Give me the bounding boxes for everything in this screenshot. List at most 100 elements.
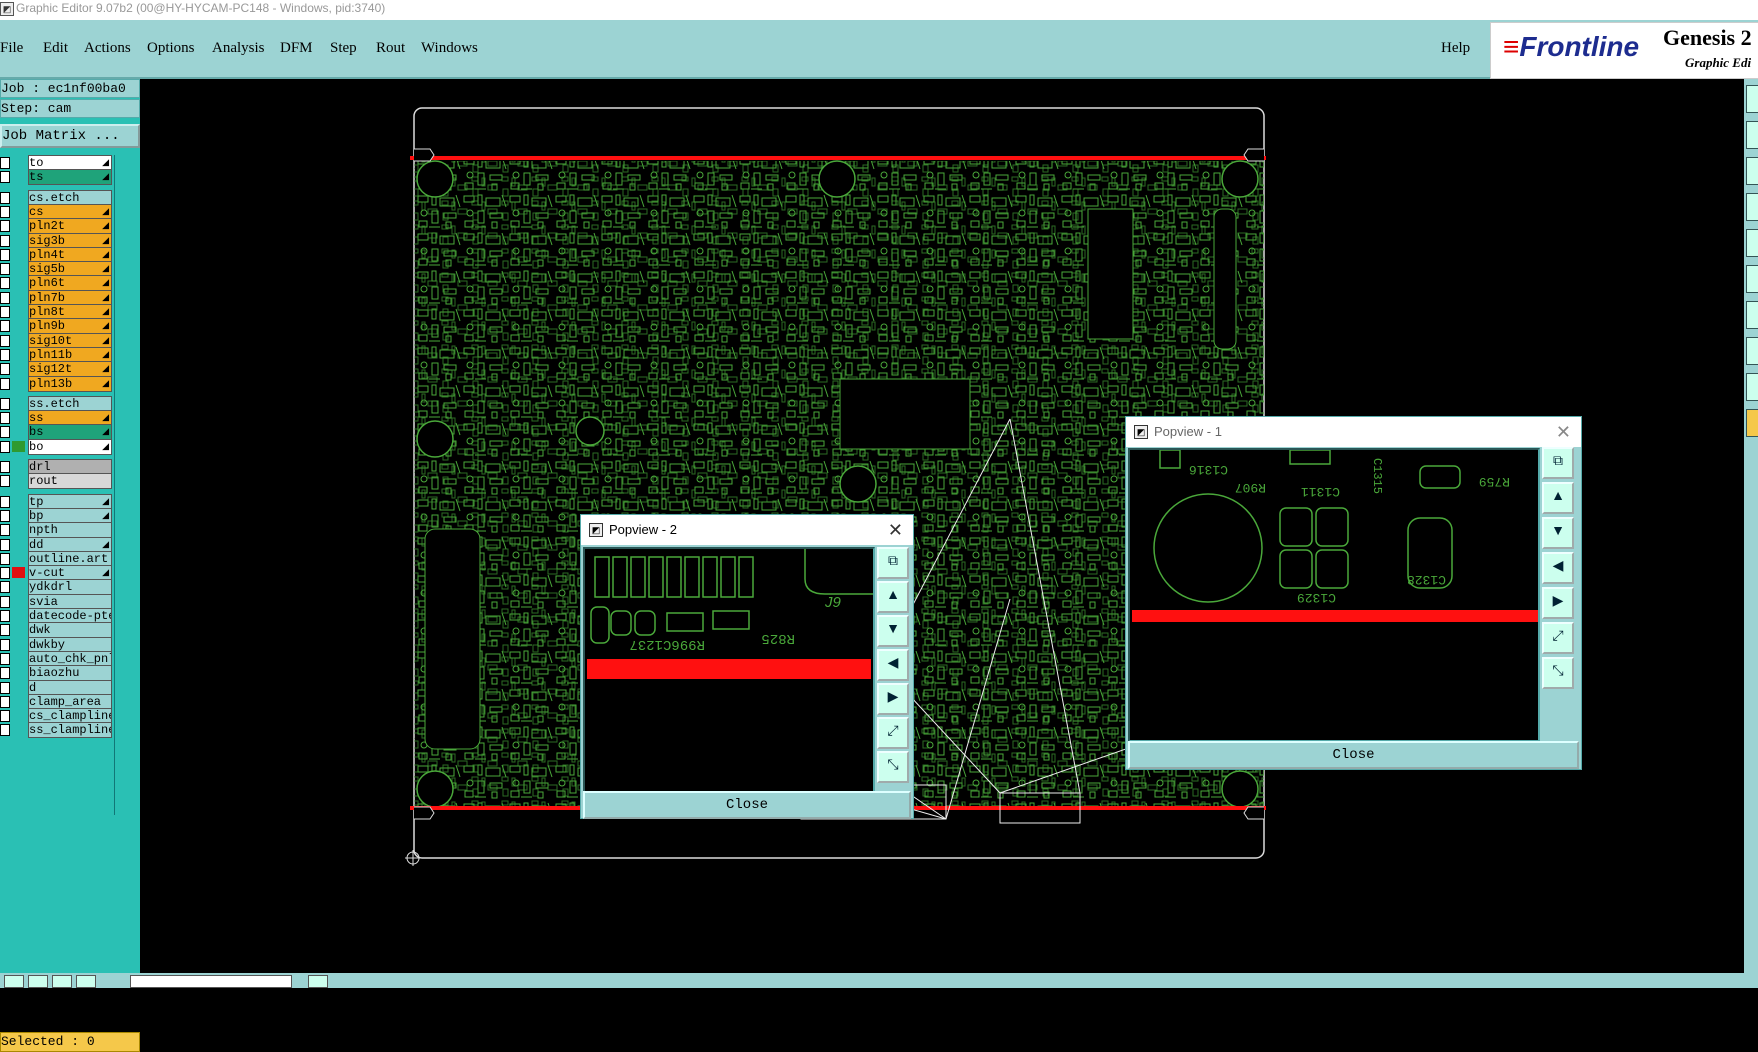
layer-row[interactable]: biaozhu: [0, 665, 112, 682]
layer-row[interactable]: bp ◢: [0, 507, 112, 524]
command-field[interactable]: [130, 975, 292, 988]
layer-checkbox[interactable]: [0, 495, 10, 508]
menu-file[interactable]: File: [0, 40, 23, 57]
layer-checkbox[interactable]: [0, 624, 10, 637]
layer-checkbox[interactable]: [0, 461, 10, 473]
tool-icon[interactable]: [1746, 85, 1758, 113]
tool-icon[interactable]: [1746, 409, 1758, 437]
layer-color-swatch[interactable]: [12, 171, 25, 182]
layer-color-swatch[interactable]: [12, 320, 25, 331]
pan-up-icon[interactable]: ▲: [1542, 482, 1574, 514]
layer-checkbox[interactable]: [0, 291, 10, 304]
layer-checkbox[interactable]: [0, 695, 10, 708]
zoom-in-icon[interactable]: ⤢: [877, 717, 909, 749]
layer-checkbox[interactable]: [0, 397, 10, 410]
layer-color-swatch[interactable]: [12, 696, 25, 707]
layer-color-swatch[interactable]: [12, 567, 25, 579]
layer-color-swatch[interactable]: [12, 220, 25, 231]
tool-icon[interactable]: [4, 975, 24, 988]
tool-icon[interactable]: [76, 975, 96, 988]
layer-checkbox[interactable]: [0, 581, 10, 594]
layer-checkbox[interactable]: [0, 277, 10, 290]
layer-checkbox[interactable]: [0, 524, 10, 537]
layer-checkbox[interactable]: [0, 440, 10, 453]
layer-row[interactable]: pln4t ◢: [0, 246, 112, 263]
layer-checkbox[interactable]: [0, 426, 10, 439]
popview-1-view[interactable]: C1316 R907 C1311 C1329 C1328 C1315 R759: [1128, 448, 1540, 742]
layer-name[interactable]: pln13b ◢: [28, 375, 112, 392]
layer-name[interactable]: bo ◢: [28, 438, 112, 455]
close-icon[interactable]: ✕: [888, 515, 903, 545]
layer-color-swatch[interactable]: [12, 510, 25, 521]
layer-checkbox[interactable]: [0, 475, 10, 488]
layer-checkbox[interactable]: [0, 509, 10, 522]
layer-color-swatch[interactable]: [12, 639, 25, 650]
popview-1-window[interactable]: ◩ Popview - 1 ✕ C1316 R907 C1311 C1329 C…: [1125, 416, 1582, 770]
layer-row[interactable]: dwkby: [0, 636, 112, 653]
zoom-out-icon[interactable]: ⤡: [1542, 657, 1574, 689]
layer-row[interactable]: dd ◢: [0, 536, 112, 553]
layer-color-swatch[interactable]: [12, 192, 25, 203]
layer-checkbox[interactable]: [0, 681, 10, 694]
menu-edit[interactable]: Edit: [43, 40, 68, 57]
layer-checkbox[interactable]: [0, 610, 10, 622]
layer-checkbox[interactable]: [0, 667, 10, 680]
layer-checkbox[interactable]: [0, 552, 10, 565]
pan-down-icon[interactable]: ▼: [1542, 517, 1574, 549]
menu-help[interactable]: Help: [1441, 40, 1470, 57]
zoom-in-icon[interactable]: ⤢: [1542, 622, 1574, 654]
layer-color-swatch[interactable]: [12, 349, 25, 360]
layer-color-swatch[interactable]: [12, 263, 25, 274]
layer-checkbox[interactable]: [0, 724, 10, 737]
layer-row[interactable]: pln8t ◢: [0, 304, 112, 320]
pan-down-icon[interactable]: ▼: [877, 615, 909, 647]
pan-left-icon[interactable]: ◀: [877, 649, 909, 681]
layer-row[interactable]: d: [0, 679, 112, 696]
layer-row[interactable]: sig10t ◢: [0, 332, 112, 349]
layer-checkbox[interactable]: [0, 567, 10, 580]
popview-2-titlebar[interactable]: ◩ Popview - 2 ✕: [581, 515, 913, 545]
layer-color-swatch[interactable]: [12, 378, 25, 389]
tool-icon[interactable]: [28, 975, 48, 988]
layer-checkbox[interactable]: [0, 263, 10, 276]
layer-row[interactable]: ss_clampline: [0, 722, 112, 739]
layer-row[interactable]: to ◢: [0, 155, 112, 171]
layer-checkbox[interactable]: [0, 363, 10, 376]
layer-checkbox[interactable]: [0, 334, 10, 347]
layer-color-swatch[interactable]: [12, 724, 25, 735]
layer-checkbox[interactable]: [0, 538, 10, 551]
layer-row[interactable]: pln9b ◢: [0, 318, 112, 335]
layer-row[interactable]: clamp_area: [0, 693, 112, 710]
layer-color-swatch[interactable]: [12, 277, 25, 288]
layer-row[interactable]: bo ◢: [0, 438, 112, 455]
pan-right-icon[interactable]: ▶: [877, 683, 909, 715]
layer-checkbox[interactable]: [0, 320, 10, 333]
tool-icon[interactable]: [1746, 337, 1758, 365]
layer-color-swatch[interactable]: [12, 335, 25, 346]
layer-color-swatch[interactable]: [12, 363, 25, 374]
popview-2-view[interactable]: J9 R825 R996C1237: [583, 547, 875, 793]
menu-step[interactable]: Step: [330, 40, 357, 57]
layer-color-swatch[interactable]: [12, 206, 25, 217]
layer-checkbox[interactable]: [0, 157, 10, 169]
layer-color-swatch[interactable]: [12, 553, 25, 564]
close-icon[interactable]: ✕: [1556, 417, 1571, 447]
menu-actions[interactable]: Actions: [84, 40, 131, 57]
tool-icon[interactable]: [1746, 373, 1758, 401]
layer-checkbox[interactable]: [0, 171, 10, 184]
layer-checkbox[interactable]: [0, 412, 10, 425]
popview-2-close-button[interactable]: Close: [583, 791, 911, 819]
zoom-home-icon[interactable]: ⧉: [877, 547, 909, 579]
layer-color-swatch[interactable]: [12, 157, 25, 168]
tool-icon[interactable]: [1746, 229, 1758, 257]
layer-row[interactable]: auto_chk_pnl: [0, 650, 112, 667]
popview-2-window[interactable]: ◩ Popview - 2 ✕ J9 R825 R996C1237 ⧉ ▲ ▼ …: [580, 514, 914, 819]
layer-row[interactable]: pln11b ◢: [0, 346, 112, 363]
menu-options[interactable]: Options: [147, 40, 195, 57]
layer-row[interactable]: tp ◢: [0, 493, 112, 510]
layer-row[interactable]: outline.art: [0, 550, 112, 567]
layer-row[interactable]: pln7b ◢: [0, 289, 112, 306]
layer-checkbox[interactable]: [0, 638, 10, 651]
layer-color-swatch[interactable]: [12, 581, 25, 592]
layer-checkbox[interactable]: [0, 205, 10, 218]
